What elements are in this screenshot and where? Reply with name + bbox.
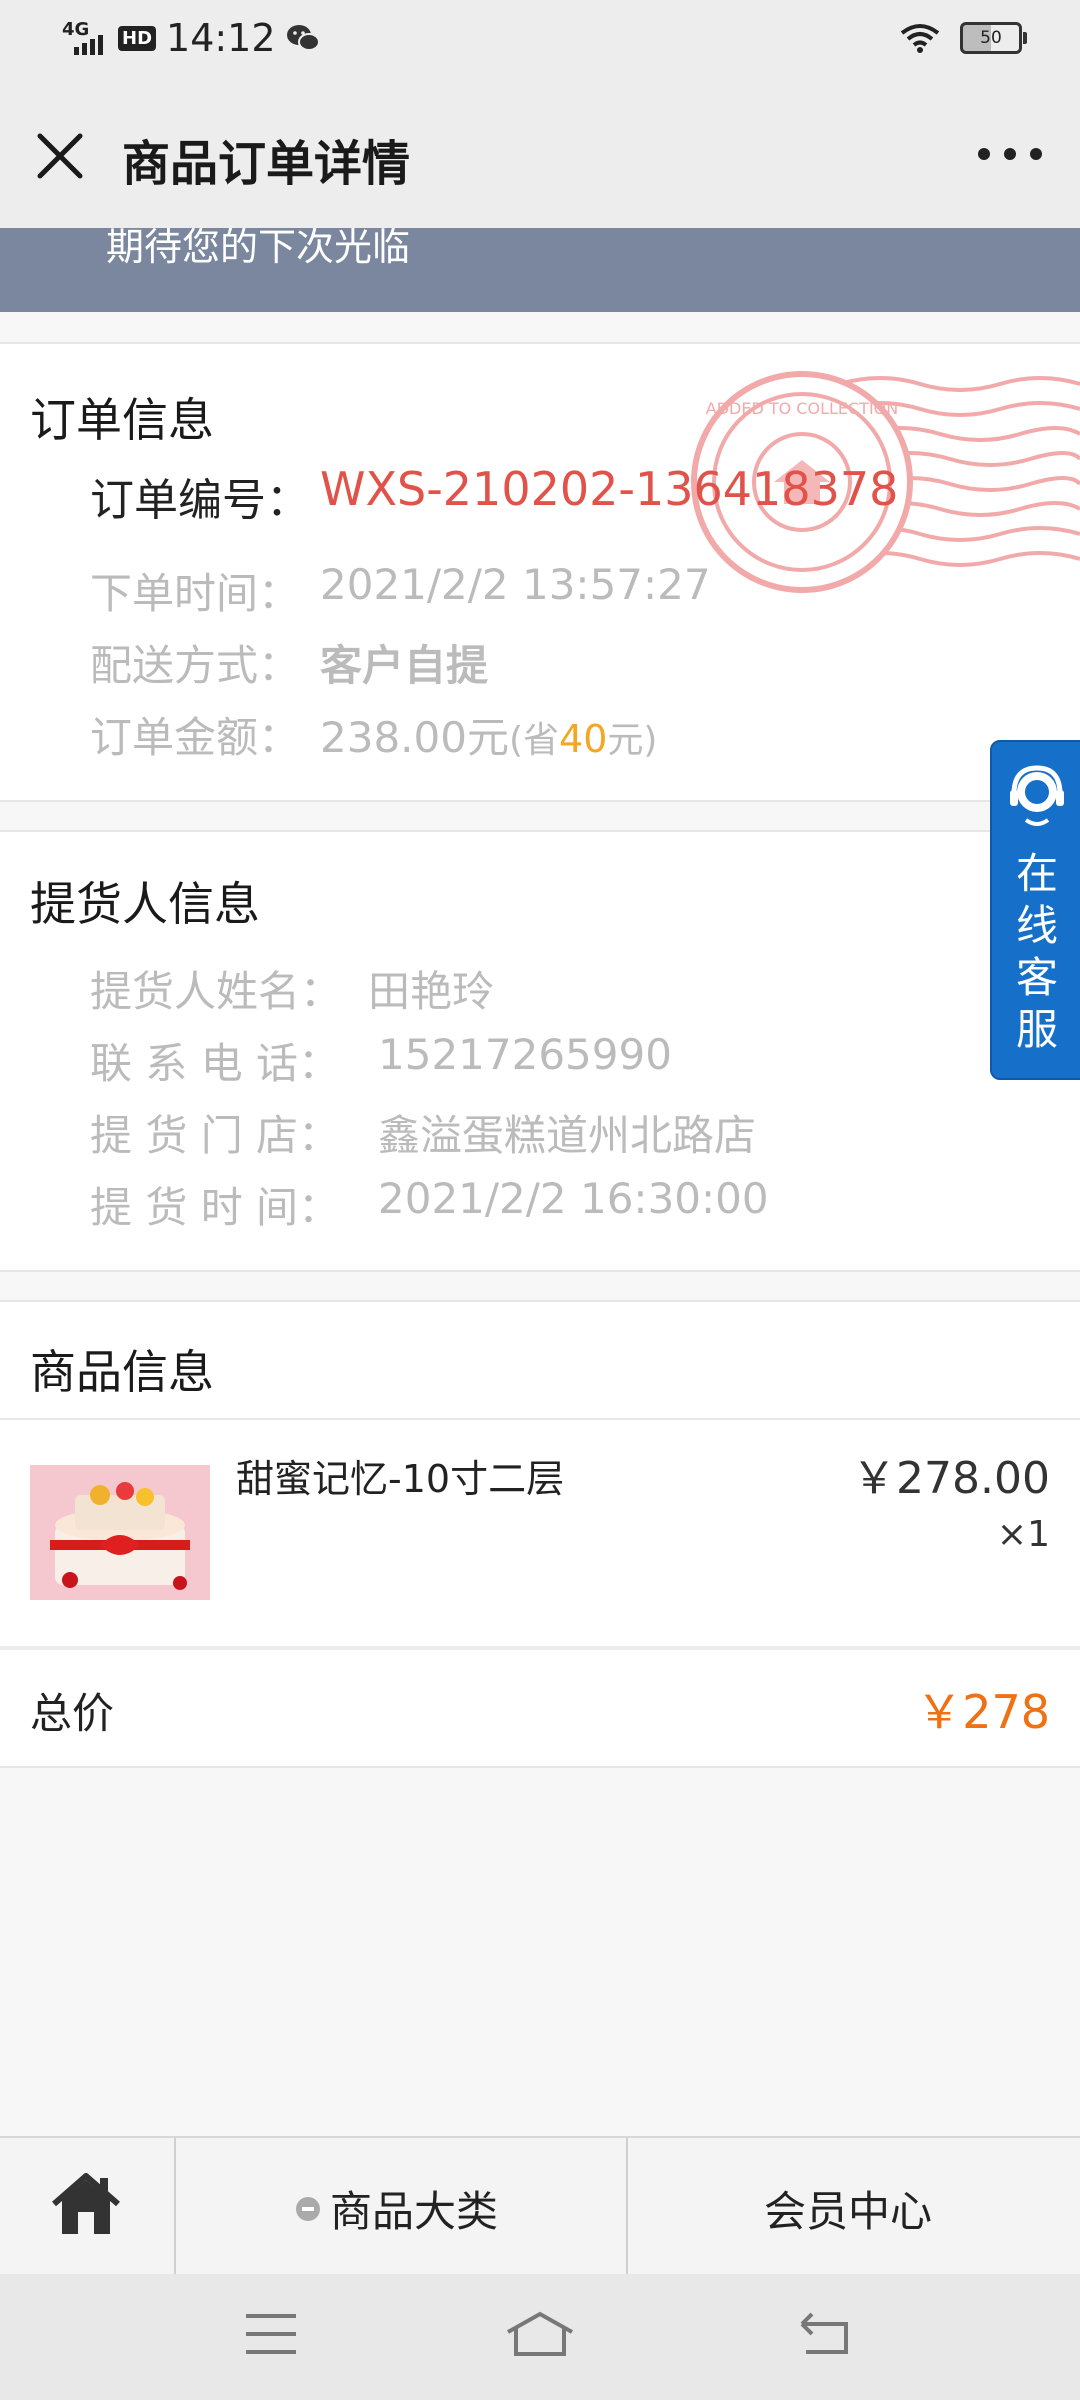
order-time-value: 2021/2/2 13:57:27 (320, 560, 711, 609)
system-home-icon[interactable] (504, 2310, 576, 2358)
online-service-button[interactable]: 在线客服 (990, 740, 1080, 1080)
product-thumbnail[interactable] (30, 1465, 210, 1600)
amount-value: 238.00元 (320, 713, 509, 762)
nav-category[interactable]: 商品大类 (296, 2178, 498, 2239)
clock: 14:12 (166, 16, 276, 60)
pickup-store-value: 鑫溢蛋糕道州北路店 (378, 1111, 757, 1160)
delivery-value: 客户自提 (320, 641, 489, 690)
save-suffix: 元) (607, 720, 658, 761)
home-icon[interactable] (50, 2172, 122, 2238)
title-bar: 商品订单详情 (0, 82, 1080, 228)
pickup-info-card: 提货人信息 提货人姓名： 田艳玲 联 系 电 话： 15217265990 提 … (0, 830, 1080, 1272)
order-info-card: 订单信息 ADDED TO COLLECTION 订单编号： WXS-21020… (0, 342, 1080, 802)
amount-label: 订单金额： (90, 713, 301, 762)
order-time-label: 下单时间： (90, 569, 301, 618)
more-menu-icon[interactable] (978, 144, 1042, 164)
order-info-title: 订单信息 (30, 393, 214, 447)
bottom-nav: 商品大类 会员中心 (0, 2136, 1080, 2276)
product-price: ￥278.00 (852, 1453, 1050, 1504)
status-banner: 期待您的下次光临 (0, 228, 1080, 312)
wechat-icon (286, 25, 320, 51)
headset-icon (1010, 765, 1064, 826)
total-value: ￥278 (916, 1685, 1050, 1739)
system-nav-bar (0, 2274, 1080, 2400)
goods-info-title: 商品信息 (30, 1345, 214, 1399)
amount-value-row: 238.00元(省40元) (320, 704, 657, 765)
page-title: 商品订单详情 (122, 136, 411, 192)
order-number-value: WXS-210202-136418378 (320, 462, 899, 516)
hd-badge: HD (118, 25, 157, 51)
pickup-phone-value[interactable]: 15217265990 (378, 1030, 672, 1079)
pickup-time-label: 提 货 时 间： (90, 1183, 341, 1232)
product-name[interactable]: 甜蜜记忆-10寸二层 (236, 1448, 564, 1503)
close-icon[interactable] (30, 126, 90, 186)
pickup-info-title: 提货人信息 (30, 877, 260, 931)
status-bar: 4G HD 14:12 50 (0, 0, 1080, 82)
delivery-label: 配送方式： (90, 641, 301, 690)
wifi-icon (900, 24, 940, 53)
order-number-label: 订单编号： (90, 475, 310, 526)
pickup-time-value: 2021/2/2 16:30:00 (378, 1174, 769, 1223)
nav-separator (626, 2138, 628, 2274)
nav-member[interactable]: 会员中心 (764, 2178, 932, 2239)
battery-icon: 50 (960, 22, 1027, 54)
pickup-phone-label: 联 系 电 话： (90, 1039, 341, 1088)
cake-image-icon (30, 1465, 210, 1600)
divider (0, 1418, 1080, 1420)
pickup-name-value: 田艳玲 (368, 967, 495, 1016)
back-icon[interactable] (796, 2312, 852, 2356)
stamp-text: ADDED TO COLLECTION (706, 399, 898, 418)
product-quantity: ×1 (996, 1514, 1050, 1555)
menu-icon[interactable] (244, 2312, 298, 2356)
category-icon (296, 2196, 320, 2221)
total-row: 总价 ￥278 (0, 1646, 1080, 1768)
status-left: 4G HD 14:12 (62, 16, 320, 60)
save-prefix: (省 (508, 720, 560, 761)
nav-category-label: 商品大类 (330, 2187, 499, 2236)
pickup-store-label: 提 货 门 店： (90, 1111, 341, 1160)
total-label: 总价 (30, 1689, 115, 1738)
pickup-name-label: 提货人姓名： (90, 967, 343, 1016)
banner-text: 期待您的下次光临 (106, 228, 411, 269)
nav-separator (174, 2138, 176, 2274)
status-right: 50 (900, 22, 1027, 54)
signal-icon: 4G (62, 19, 108, 55)
online-service-label: 在线客服 (1015, 849, 1058, 1054)
save-amount: 40 (559, 717, 608, 761)
